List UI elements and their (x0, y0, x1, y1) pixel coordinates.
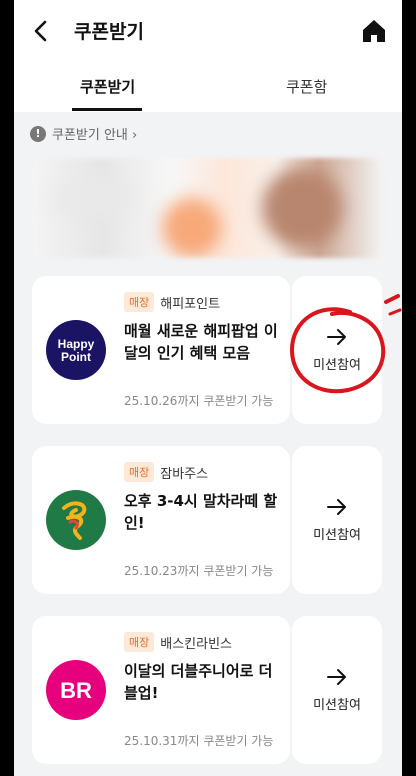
promo-banner[interactable] (32, 158, 382, 258)
baskinrobbins-logo: BR (46, 660, 106, 720)
coupon-expiry: 25.10.31까지 쿠폰받기 가능 (124, 734, 274, 748)
coupon-info[interactable]: BR 매장 배스킨라빈스 이달의 더블주니어로 더블업! 25.10.31까지 … (32, 616, 290, 764)
active-tab-indicator (72, 108, 142, 111)
arrow-right-icon (327, 498, 346, 515)
mission-button[interactable]: 미션참여 (292, 446, 382, 594)
store-tag: 매장 (124, 632, 155, 652)
coupon-expiry: 25.10.23까지 쿠폰받기 가능 (124, 564, 274, 578)
app-screen: 쿠폰받기 쿠폰받기 쿠폰함 ! 쿠폰받기 안내 › Happy Point 매장 (14, 0, 402, 776)
coupon-meta: 매장 해피포인트 (124, 292, 220, 312)
store-tag: 매장 (124, 292, 155, 312)
back-arrow-icon[interactable] (30, 19, 54, 43)
coupon-guide-label: 쿠폰받기 안내 › (52, 128, 138, 143)
coupon-headline: 매월 새로운 해피팝업 이달의 인기 혜택 모음 (124, 322, 278, 362)
mission-label: 미션참여 (313, 357, 361, 373)
mission-label: 미션참여 (313, 527, 361, 543)
happypoint-logo: Happy Point (46, 320, 106, 380)
store-tag: 매장 (124, 462, 155, 482)
info-icon: ! (30, 125, 46, 142)
coupon-info[interactable]: 매장 잠바주스 오후 3-4시 말차라떼 할인! 25.10.23까지 쿠폰받기… (32, 446, 290, 594)
coupon-headline: 오후 3-4시 말차라떼 할인! (124, 492, 278, 532)
logo-text-point: Point (61, 350, 91, 364)
jambajuice-logo (46, 490, 106, 550)
logo-text-happy: Happy (58, 337, 95, 351)
logo-text-br: BR (60, 678, 92, 703)
page-title: 쿠폰받기 (74, 21, 144, 43)
home-icon[interactable] (360, 17, 388, 45)
coupon-meta: 매장 배스킨라빈스 (124, 632, 232, 652)
coupon-guide-link[interactable]: ! 쿠폰받기 안내 › (30, 124, 137, 143)
coupon-card: 매장 잠바주스 오후 3-4시 말차라떼 할인! 25.10.23까지 쿠폰받기… (32, 446, 382, 594)
header: 쿠폰받기 (14, 0, 402, 62)
arrow-right-icon (327, 328, 346, 345)
coupon-info[interactable]: Happy Point 매장 해피포인트 매월 새로운 해피팝업 이달의 인기 … (32, 276, 290, 424)
mission-button[interactable]: 미션참여 (292, 616, 382, 764)
coupon-meta: 매장 잠바주스 (124, 462, 208, 482)
coupon-card: Happy Point 매장 해피포인트 매월 새로운 해피팝업 이달의 인기 … (32, 276, 382, 424)
coupon-card: BR 매장 배스킨라빈스 이달의 더블주니어로 더블업! 25.10.31까지 … (32, 616, 382, 764)
brand-name: 잠바주스 (160, 466, 209, 482)
tab-bar: 쿠폰받기 쿠폰함 (14, 62, 402, 112)
brand-name: 해피포인트 (160, 296, 221, 312)
coupon-headline: 이달의 더블주니어로 더블업! (124, 662, 273, 702)
arrow-right-icon (327, 668, 346, 685)
tab-coupon-box[interactable]: 쿠폰함 (286, 76, 327, 97)
coupon-expiry: 25.10.26까지 쿠폰받기 가능 (124, 394, 274, 408)
brand-name: 배스킨라빈스 (160, 636, 233, 652)
tab-coupon-receive[interactable]: 쿠폰받기 (80, 76, 135, 97)
mission-label: 미션참여 (313, 697, 361, 713)
mission-button[interactable]: 미션참여 (292, 276, 382, 424)
